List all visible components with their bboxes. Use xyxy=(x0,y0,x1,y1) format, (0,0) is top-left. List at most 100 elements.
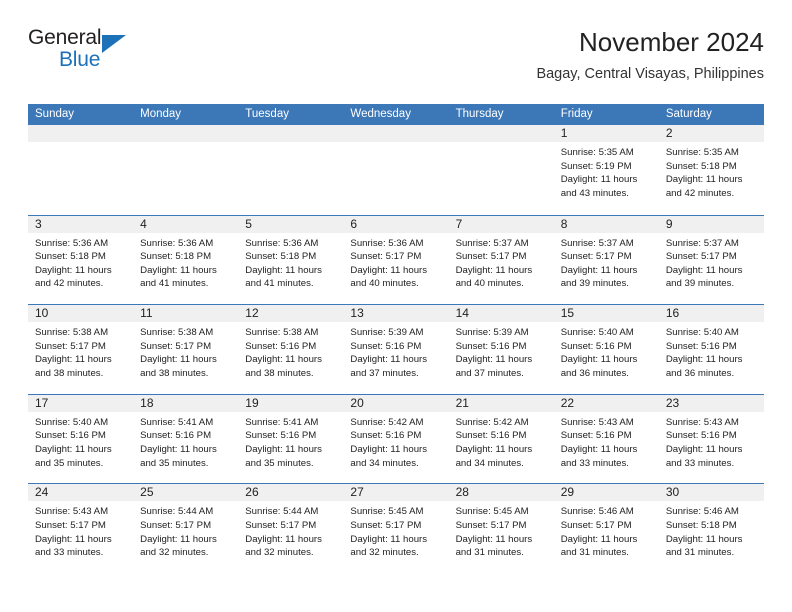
day-cell[interactable] xyxy=(28,125,134,215)
day-number: 4 xyxy=(133,215,239,233)
day-cell[interactable]: 4 Sunrise: 5:36 AM Sunset: 5:18 PM Dayli… xyxy=(133,215,239,305)
day-number: 6 xyxy=(343,215,449,233)
day-cell[interactable] xyxy=(448,125,554,215)
daylight-line-2: and 41 minutes. xyxy=(245,278,314,290)
day-cell[interactable]: 16 Sunrise: 5:40 AM Sunset: 5:16 PM Dayl… xyxy=(658,305,764,394)
day-number xyxy=(28,125,134,142)
day-cell[interactable]: 5 Sunrise: 5:36 AM Sunset: 5:18 PM Dayli… xyxy=(238,215,344,305)
day-cell[interactable]: 12 Sunrise: 5:38 AM Sunset: 5:16 PM Dayl… xyxy=(238,305,344,394)
day-details: Sunrise: 5:43 AM Sunset: 5:16 PM Dayligh… xyxy=(554,412,659,470)
sunrise-line: Sunrise: 5:36 AM xyxy=(350,237,424,249)
day-cell[interactable]: 9 Sunrise: 5:37 AM Sunset: 5:17 PM Dayli… xyxy=(658,215,764,305)
daylight-line-2: and 34 minutes. xyxy=(455,457,524,469)
sunrise-line: Sunrise: 5:40 AM xyxy=(665,327,739,339)
day-details: Sunrise: 5:43 AM Sunset: 5:17 PM Dayligh… xyxy=(28,501,133,559)
day-cell[interactable]: 24 Sunrise: 5:43 AM Sunset: 5:17 PM Dayl… xyxy=(28,484,134,573)
day-cell[interactable]: 21 Sunrise: 5:42 AM Sunset: 5:16 PM Dayl… xyxy=(448,394,554,484)
day-details: Sunrise: 5:37 AM Sunset: 5:17 PM Dayligh… xyxy=(659,233,764,291)
calendar-page: General Blue November 2024 Bagay, Centra… xyxy=(0,0,792,612)
day-cell[interactable] xyxy=(238,125,344,215)
daylight-line-1: Daylight: 11 hours xyxy=(140,354,217,366)
daylight-line-2: and 32 minutes. xyxy=(350,547,419,559)
daylight-line-1: Daylight: 11 hours xyxy=(455,443,533,455)
day-cell[interactable]: 25 Sunrise: 5:44 AM Sunset: 5:17 PM Dayl… xyxy=(133,484,239,573)
daylight-line-2: and 37 minutes. xyxy=(350,367,419,379)
day-number: 10 xyxy=(28,305,134,323)
daylight-line-1: Daylight: 11 hours xyxy=(665,533,743,545)
weekday-wednesday: Wednesday xyxy=(350,108,411,120)
sunset-line: Sunset: 5:16 PM xyxy=(350,340,422,352)
day-cell[interactable]: 6 Sunrise: 5:36 AM Sunset: 5:17 PM Dayli… xyxy=(343,215,449,305)
day-cell[interactable]: 1 Sunrise: 5:35 AM Sunset: 5:19 PM Dayli… xyxy=(553,125,659,215)
sunrise-line: Sunrise: 5:36 AM xyxy=(140,237,214,249)
sunrise-line: Sunrise: 5:35 AM xyxy=(665,147,739,158)
day-number xyxy=(238,125,344,142)
daylight-line-1: Daylight: 11 hours xyxy=(245,533,322,545)
sunset-line: Sunset: 5:16 PM xyxy=(455,430,527,442)
weekday-friday: Friday xyxy=(560,108,593,120)
calendar-week-row: 10 Sunrise: 5:38 AM Sunset: 5:17 PM Dayl… xyxy=(28,304,764,394)
day-cell[interactable]: 28 Sunrise: 5:45 AM Sunset: 5:17 PM Dayl… xyxy=(448,484,554,573)
day-cell[interactable]: 17 Sunrise: 5:40 AM Sunset: 5:16 PM Dayl… xyxy=(28,394,134,484)
day-details: Sunrise: 5:38 AM Sunset: 5:17 PM Dayligh… xyxy=(28,322,133,380)
day-cell[interactable]: 14 Sunrise: 5:39 AM Sunset: 5:16 PM Dayl… xyxy=(448,305,554,394)
sunset-line: Sunset: 5:16 PM xyxy=(455,340,527,352)
day-number: 21 xyxy=(448,394,554,412)
sunset-line: Sunset: 5:16 PM xyxy=(245,430,317,442)
sunrise-line: Sunrise: 5:40 AM xyxy=(560,327,634,339)
day-number: 2 xyxy=(658,125,764,142)
day-cell[interactable]: 19 Sunrise: 5:41 AM Sunset: 5:16 PM Dayl… xyxy=(238,394,344,484)
day-cell[interactable]: 3 Sunrise: 5:36 AM Sunset: 5:18 PM Dayli… xyxy=(28,215,134,305)
general-blue-logo[interactable]: General Blue xyxy=(28,26,148,78)
sunset-line: Sunset: 5:16 PM xyxy=(665,340,737,352)
day-cell[interactable]: 18 Sunrise: 5:41 AM Sunset: 5:16 PM Dayl… xyxy=(133,394,239,484)
daylight-line-1: Daylight: 11 hours xyxy=(350,354,428,366)
sunrise-line: Sunrise: 5:45 AM xyxy=(455,506,529,518)
calendar-week-row: 17 Sunrise: 5:40 AM Sunset: 5:16 PM Dayl… xyxy=(28,393,764,484)
sunset-line: Sunset: 5:17 PM xyxy=(35,519,106,531)
sunset-line: Sunset: 5:16 PM xyxy=(140,430,212,442)
daylight-line-2: and 38 minutes. xyxy=(35,367,104,379)
sunrise-line: Sunrise: 5:43 AM xyxy=(35,506,109,518)
weekday-sunday: Sunday xyxy=(35,108,75,120)
day-cell[interactable]: 8 Sunrise: 5:37 AM Sunset: 5:17 PM Dayli… xyxy=(553,215,659,305)
day-cell[interactable]: 30 Sunrise: 5:46 AM Sunset: 5:18 PM Dayl… xyxy=(658,484,764,573)
day-details: Sunrise: 5:39 AM Sunset: 5:16 PM Dayligh… xyxy=(343,322,448,380)
sunrise-line: Sunrise: 5:35 AM xyxy=(560,147,634,158)
day-details: Sunrise: 5:42 AM Sunset: 5:16 PM Dayligh… xyxy=(343,412,448,470)
day-number: 5 xyxy=(238,215,344,233)
day-number: 19 xyxy=(238,394,344,412)
sunrise-line: Sunrise: 5:38 AM xyxy=(245,327,319,339)
daylight-line-1: Daylight: 11 hours xyxy=(560,443,638,455)
day-details xyxy=(28,142,133,146)
day-cell[interactable]: 2 Sunrise: 5:35 AM Sunset: 5:18 PM Dayli… xyxy=(658,125,764,215)
day-cell[interactable]: 22 Sunrise: 5:43 AM Sunset: 5:16 PM Dayl… xyxy=(553,394,659,484)
day-cell[interactable]: 13 Sunrise: 5:39 AM Sunset: 5:16 PM Dayl… xyxy=(343,305,449,394)
day-cell[interactable] xyxy=(343,125,449,215)
calendar-week-row: 24 Sunrise: 5:43 AM Sunset: 5:17 PM Dayl… xyxy=(28,483,764,573)
day-cell[interactable]: 11 Sunrise: 5:38 AM Sunset: 5:17 PM Dayl… xyxy=(133,305,239,394)
sunrise-line: Sunrise: 5:38 AM xyxy=(140,327,214,339)
daylight-line-2: and 34 minutes. xyxy=(350,457,419,469)
day-cell[interactable]: 27 Sunrise: 5:45 AM Sunset: 5:17 PM Dayl… xyxy=(343,484,449,573)
day-cell[interactable]: 29 Sunrise: 5:46 AM Sunset: 5:17 PM Dayl… xyxy=(553,484,659,573)
day-number: 16 xyxy=(658,305,764,323)
day-details xyxy=(343,142,448,146)
logo-triangle-icon xyxy=(102,35,126,53)
daylight-line-1: Daylight: 11 hours xyxy=(665,443,743,455)
day-details: Sunrise: 5:46 AM Sunset: 5:18 PM Dayligh… xyxy=(659,501,764,559)
day-cell[interactable]: 26 Sunrise: 5:44 AM Sunset: 5:17 PM Dayl… xyxy=(238,484,344,573)
day-cell[interactable]: 20 Sunrise: 5:42 AM Sunset: 5:16 PM Dayl… xyxy=(343,394,449,484)
sunset-line: Sunset: 5:17 PM xyxy=(455,251,527,263)
day-cell[interactable]: 23 Sunrise: 5:43 AM Sunset: 5:16 PM Dayl… xyxy=(658,394,764,484)
day-cell[interactable]: 7 Sunrise: 5:37 AM Sunset: 5:17 PM Dayli… xyxy=(448,215,554,305)
day-cell[interactable]: 10 Sunrise: 5:38 AM Sunset: 5:17 PM Dayl… xyxy=(28,305,134,394)
daylight-line-2: and 39 minutes. xyxy=(665,278,735,290)
daylight-line-1: Daylight: 11 hours xyxy=(560,533,638,545)
day-details: Sunrise: 5:36 AM Sunset: 5:17 PM Dayligh… xyxy=(343,233,448,291)
sunrise-line: Sunrise: 5:43 AM xyxy=(560,416,634,428)
day-details: Sunrise: 5:36 AM Sunset: 5:18 PM Dayligh… xyxy=(133,233,238,291)
calendar-grid: Sunday Monday Tuesday Wednesday Thursday… xyxy=(28,104,764,573)
day-cell[interactable] xyxy=(133,125,239,215)
day-cell[interactable]: 15 Sunrise: 5:40 AM Sunset: 5:16 PM Dayl… xyxy=(553,305,659,394)
